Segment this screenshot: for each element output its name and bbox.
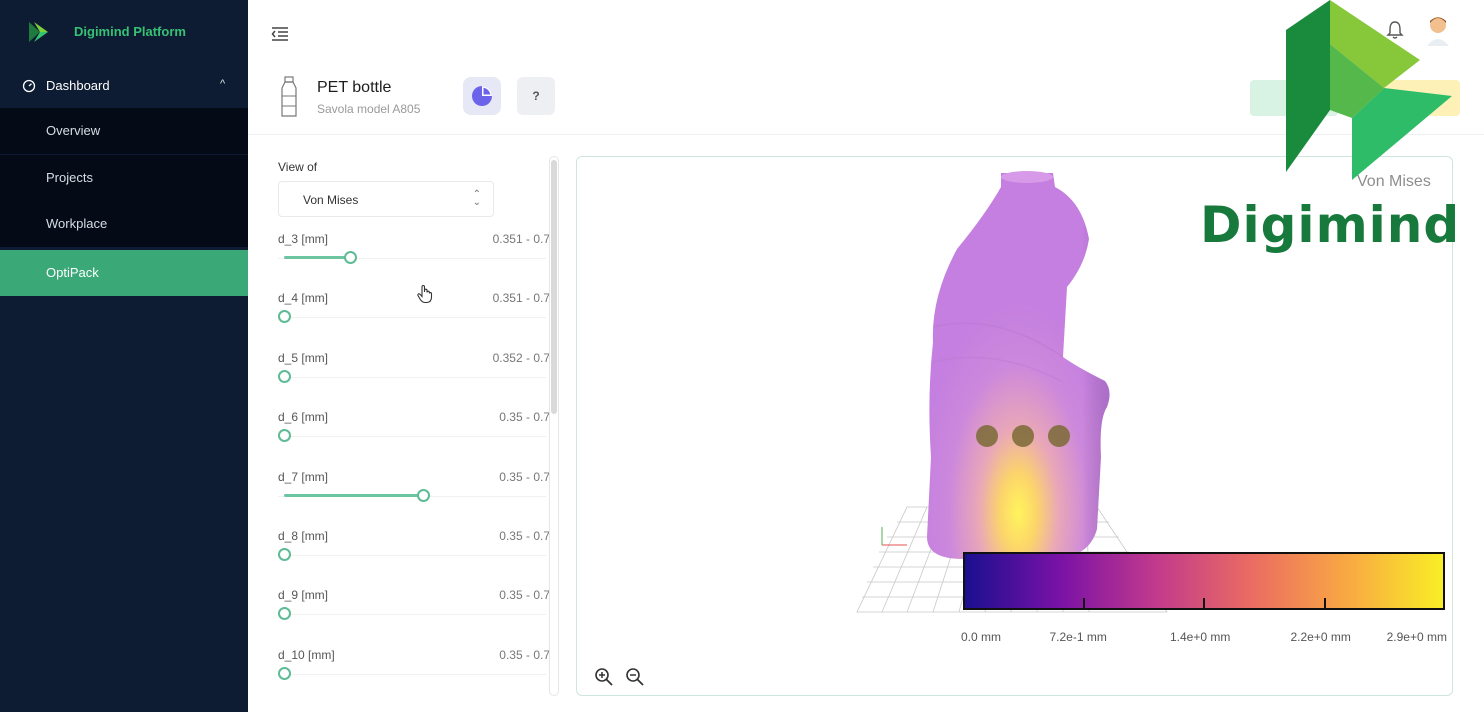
param-range: 0.35 - 0.7 [499,647,550,662]
param-name: d_9 [mm] [278,588,329,603]
slider-handle[interactable] [278,429,291,443]
hand-pointer-icon [417,284,433,304]
brand-logo-icon [29,22,48,42]
param-range: 0.35 - 0.7 [499,588,550,603]
param-row: d_10 [mm] 0.35 - 0.7 [278,648,550,696]
slider-track[interactable] [278,673,546,675]
dashboard-gauge-icon [22,79,36,93]
slider-handle[interactable] [278,310,291,324]
sidebar-item-overview[interactable]: Overview [0,108,248,154]
slider-track[interactable] [278,376,546,378]
param-range: 0.351 - 0.7 [492,291,550,306]
3d-viewer[interactable]: Von Mises 0.0 mm 7.2e-1 mm 1.4e+0 mm 2.2e+0… [576,156,1453,696]
slider-track[interactable] [278,555,546,556]
colorbar-tick-label: 2.2e+0 mm [1290,630,1351,644]
slider-handle[interactable] [278,548,291,561]
page-title: PET bottle [317,79,392,96]
sidebar-item-optipack[interactable]: OptiPack [0,250,248,296]
sidebar: Digimind Platform Dashboard ^ Overview P… [0,0,248,712]
pie-chart-button[interactable] [463,77,501,115]
menu-collapse-icon[interactable] [270,24,290,44]
slider-fill [284,256,350,259]
param-row: d_5 [mm] 0.352 - 0.7 [278,351,550,407]
sidebar-item-projects[interactable]: Projects [0,155,248,201]
view-of-value: Von Mises [303,193,359,207]
param-range: 0.351 - 0.7 [492,232,550,246]
param-range: 0.352 - 0.7 [492,350,550,365]
param-row: d_4 [mm] 0.351 - 0.7 [278,291,550,347]
chevron-up-icon: ^ [220,78,226,90]
view-of-select[interactable]: Von Mises ⌃ ⌄ [278,181,494,217]
param-range: 0.35 - 0.7 [499,529,550,543]
view-of-label: View of [278,160,318,174]
axis-gizmo [881,527,907,546]
colorbar-tick [1323,598,1326,610]
param-name: d_5 [mm] [278,350,329,365]
slider-handle[interactable] [278,369,291,383]
zoom-out-icon[interactable] [625,667,645,687]
param-name: d_8 [mm] [278,529,329,543]
colorbar-legend: 0.0 mm 7.2e-1 mm 1.4e+0 mm 2.2e+0 mm 2.9e+0 … [961,550,1447,650]
sidebar-item-dashboard[interactable]: Dashboard ^ [0,64,248,108]
param-row: d_8 [mm] 0.35 - 0.7 [278,529,550,585]
zoom-in-icon[interactable] [594,667,614,687]
colorbar-tick [1203,598,1205,610]
colorbar-tick-label: 2.9e+0 mm [1386,630,1447,644]
param-range: 0.35 - 0.7 [499,410,550,425]
sidebar-item-label: Dashboard [46,78,110,93]
slider-handle[interactable] [416,488,430,502]
param-name: d_7 [mm] [278,469,329,484]
viewer-title: Von Mises [1357,173,1431,190]
avatar[interactable] [1424,14,1452,46]
param-name: d_6 [mm] [278,410,329,425]
action-button[interactable]: N [1354,80,1460,116]
chevron-updown-icon: ⌃ ⌄ [472,189,481,208]
param-row: d_7 [mm] 0.35 - 0.7 [278,470,550,526]
loading-dots [976,425,1070,447]
slider-track[interactable] [278,614,546,616]
param-name: d_10 [mm] [278,647,335,662]
param-row: d_6 [mm] 0.35 - 0.7 [278,410,550,466]
sidebar-item-label: OptiPack [46,265,99,280]
slider-handle[interactable] [278,607,291,621]
brand-name: Digimind Platform [74,24,186,39]
bottle-cap [1001,171,1053,183]
optimize-button[interactable]: Op [1250,80,1338,116]
slider-track[interactable] [278,317,546,319]
slider-track[interactable] [278,436,546,438]
param-name: d_4 [mm] [278,291,329,306]
sidebar-item-label: Projects [46,170,93,185]
colorbar-tick-label: 7.2e-1 mm [1049,630,1107,644]
help-button[interactable]: ? [517,77,555,115]
bell-icon[interactable] [1386,20,1404,40]
header-divider [248,134,1484,135]
param-name: d_3 [mm] [278,232,329,246]
param-row: d_9 [mm] 0.35 - 0.7 [278,588,550,644]
colorbar-tick-label: 1.4e+0 mm [1170,630,1231,644]
pie-chart-icon [472,86,492,106]
sidebar-item-label: Workplace [46,216,108,231]
param-range: 0.35 - 0.7 [499,469,550,484]
slider-handle[interactable] [343,251,357,264]
sidebar-item-workplace[interactable]: Workplace [0,201,248,247]
slider-fill [284,493,423,497]
sidebar-item-label: Overview [46,123,101,138]
param-row: d_3 [mm] 0.351 - 0.7 [278,232,550,288]
brand[interactable]: Digimind Platform [0,0,248,64]
panel-scrollbar-thumb[interactable] [551,160,557,414]
colorbar-tick [1082,598,1085,610]
parameter-panel: View of Von Mises ⌃ ⌄ d_3 [mm] 0.351 - 0.7… [260,148,564,696]
page-subtitle: Savola model A805 [317,102,421,116]
colorbar-tick-label: 0.0 mm [961,630,1002,644]
bottle-icon [281,76,297,117]
slider-handle[interactable] [278,666,291,680]
